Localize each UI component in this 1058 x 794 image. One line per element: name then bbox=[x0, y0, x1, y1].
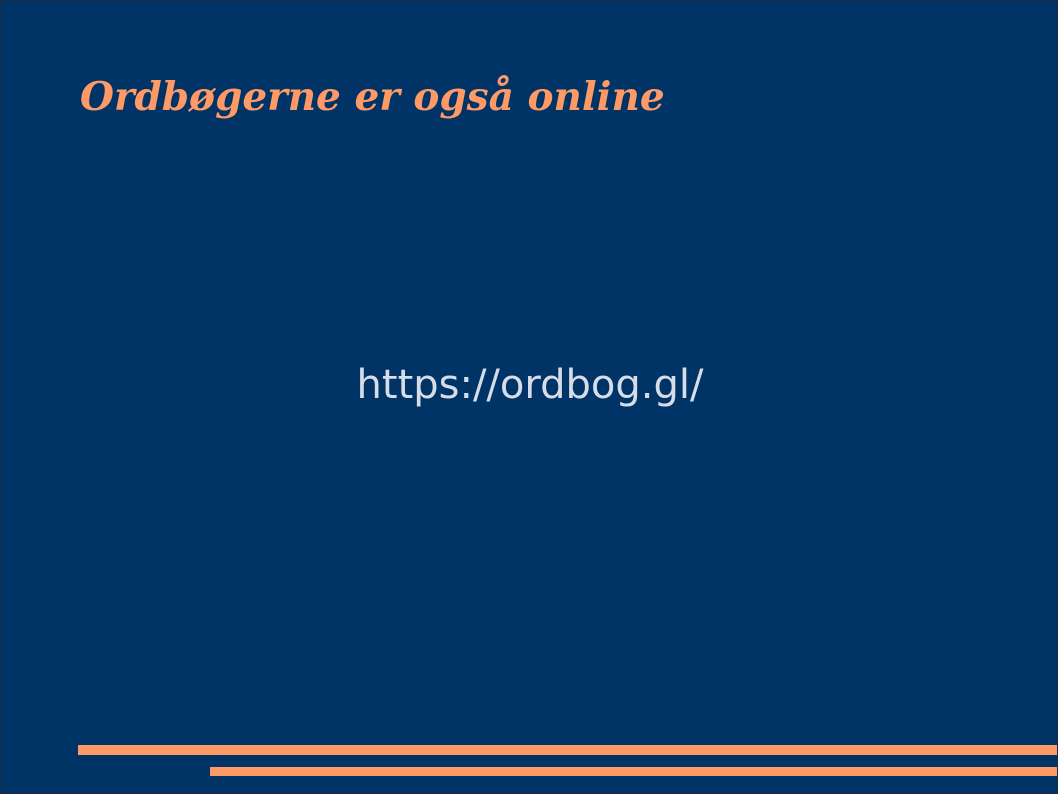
decorative-stripe-top bbox=[78, 745, 1057, 755]
slide: Ordbøgerne er også online https://ordbog… bbox=[0, 0, 1058, 794]
slide-title: Ordbøgerne er også online bbox=[80, 74, 665, 120]
decorative-stripe-bottom bbox=[210, 767, 1057, 776]
url-text: https://ordbog.gl/ bbox=[356, 362, 704, 408]
